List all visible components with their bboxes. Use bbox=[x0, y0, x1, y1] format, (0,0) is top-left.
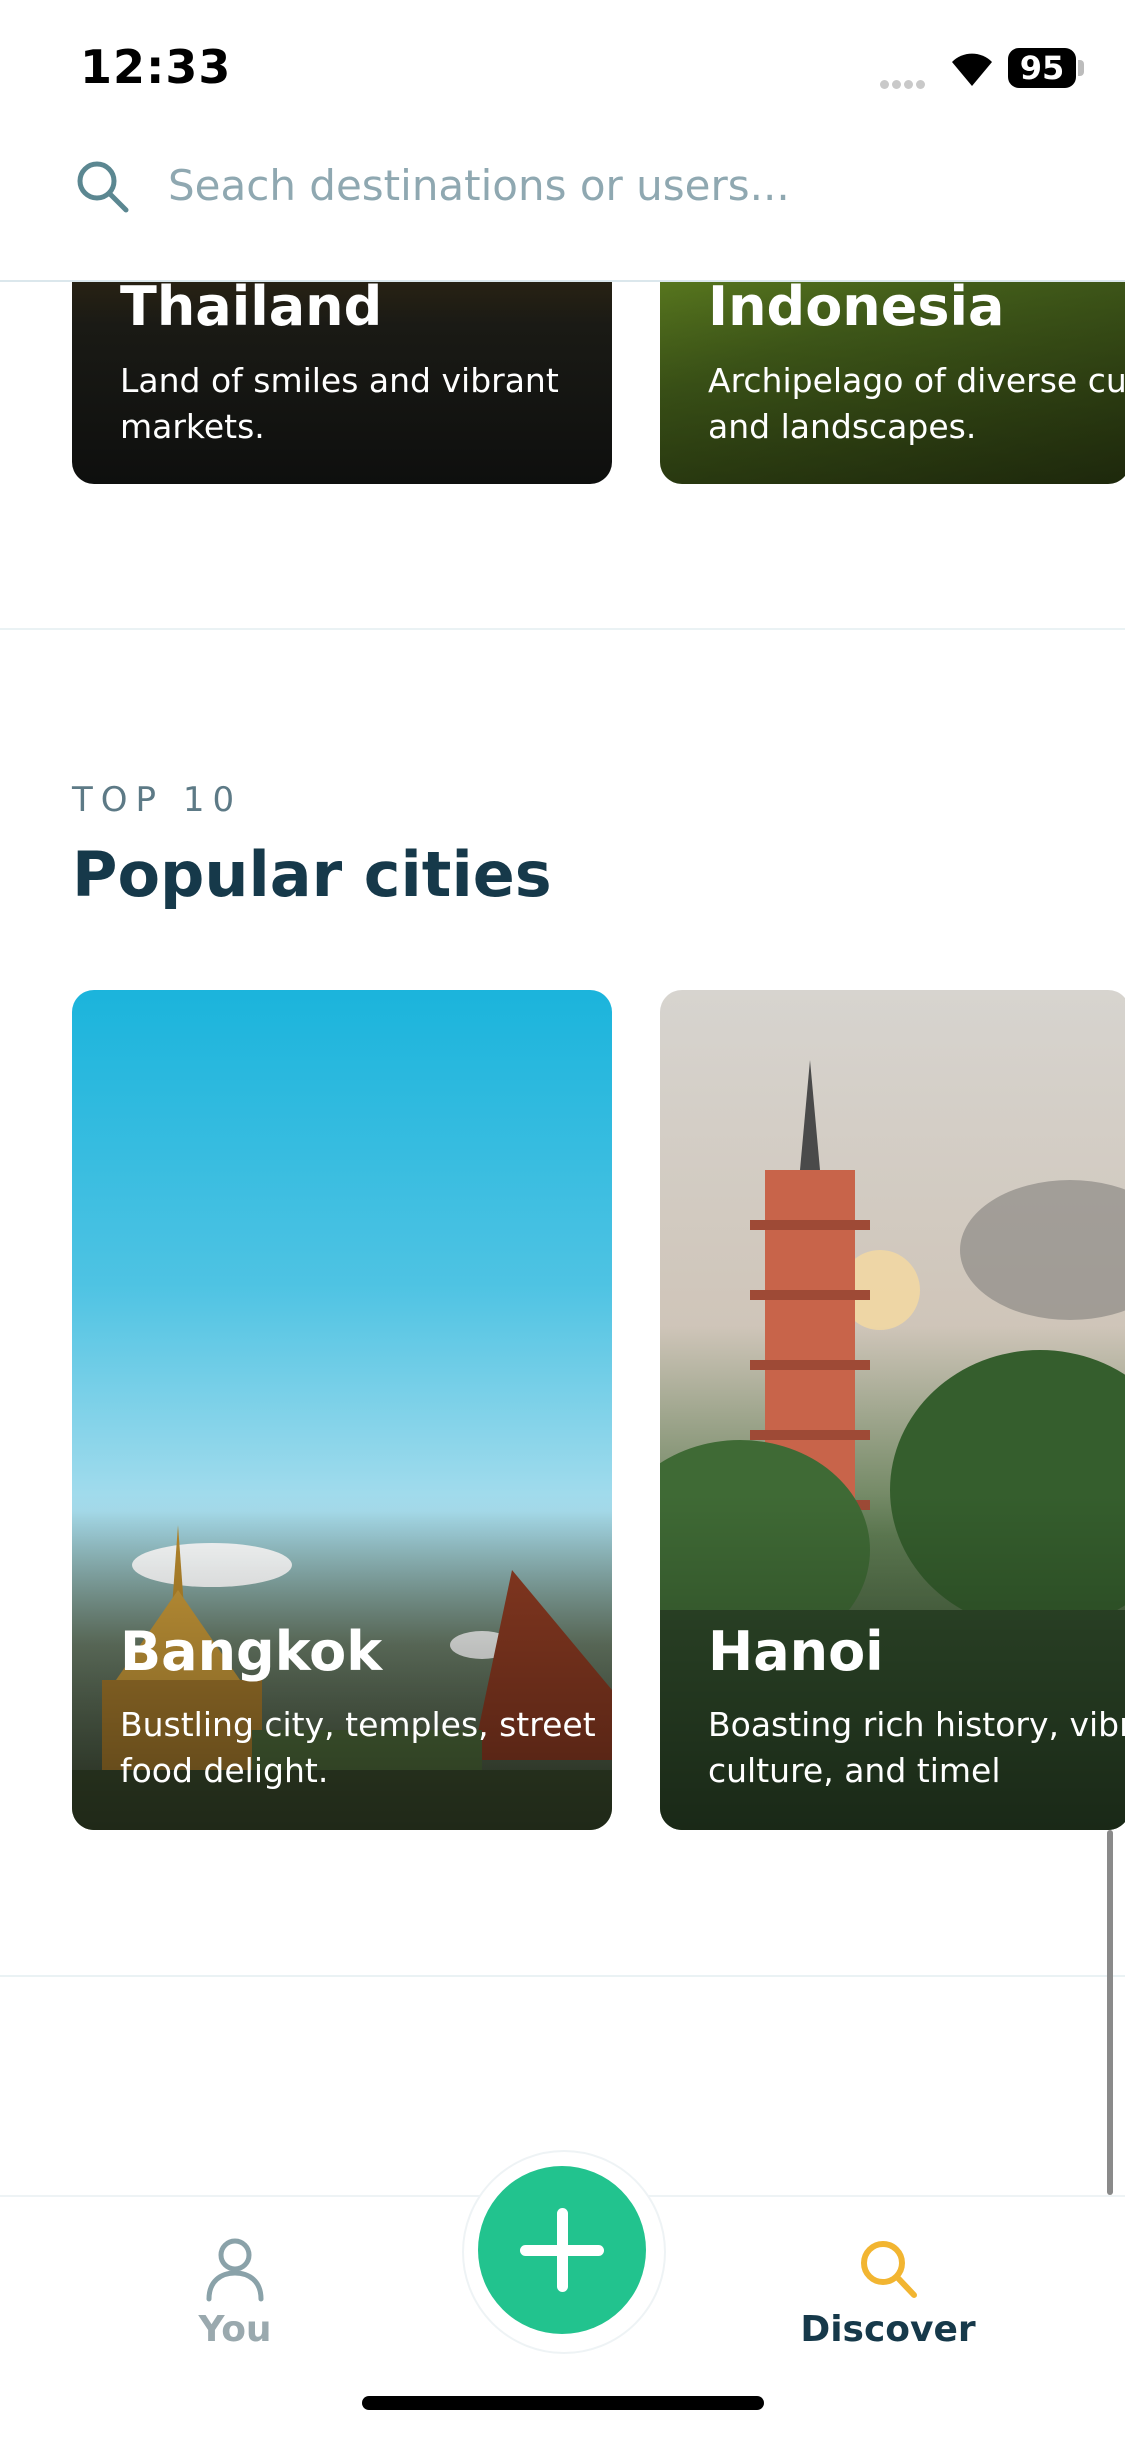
country-title: Thailand bbox=[120, 275, 383, 338]
city-title: Bangkok bbox=[120, 1620, 383, 1683]
status-time: 12:33 bbox=[80, 40, 232, 94]
section-divider bbox=[0, 1975, 1125, 1977]
country-description: Archipelago of diverse cultures and land… bbox=[708, 361, 1125, 446]
section-eyebrow: TOP 10 bbox=[72, 780, 243, 820]
country-description: Land of smiles and vibrant markets. bbox=[120, 361, 559, 446]
tab-discover-label: Discover bbox=[800, 2309, 976, 2350]
home-indicator[interactable] bbox=[362, 2396, 764, 2410]
battery-nub bbox=[1078, 60, 1084, 76]
city-description: Boasting rich history, vibrant culture, … bbox=[708, 1705, 1125, 1790]
city-description: Bustling city, temples, street food deli… bbox=[120, 1705, 596, 1790]
status-bar: 12:33 95 bbox=[0, 0, 1125, 135]
city-title: Hanoi bbox=[708, 1620, 884, 1683]
search-icon bbox=[77, 161, 129, 213]
city-card-hanoi[interactable]: Hanoi Boasting rich history, vibrant cul… bbox=[660, 990, 1125, 1830]
section-divider bbox=[0, 628, 1125, 630]
battery-icon: 95 bbox=[1008, 48, 1076, 88]
country-title: Indonesia bbox=[708, 275, 1005, 338]
city-card-bangkok[interactable]: Bangkok Bustling city, temples, street f… bbox=[72, 990, 612, 1830]
search-bar bbox=[0, 135, 1125, 282]
add-button[interactable] bbox=[478, 2166, 646, 2334]
section-title: Popular cities bbox=[72, 838, 552, 911]
tab-discover[interactable]: Discover bbox=[788, 2235, 988, 2350]
user-icon bbox=[206, 2238, 264, 2302]
scrollbar[interactable] bbox=[1107, 1830, 1113, 2195]
search-icon bbox=[861, 2241, 917, 2298]
search-input[interactable] bbox=[168, 155, 1048, 215]
tab-you[interactable]: You bbox=[135, 2235, 335, 2350]
wifi-icon bbox=[952, 53, 992, 86]
cellular-signal-icon bbox=[880, 74, 928, 93]
tab-you-label: You bbox=[198, 2309, 272, 2350]
